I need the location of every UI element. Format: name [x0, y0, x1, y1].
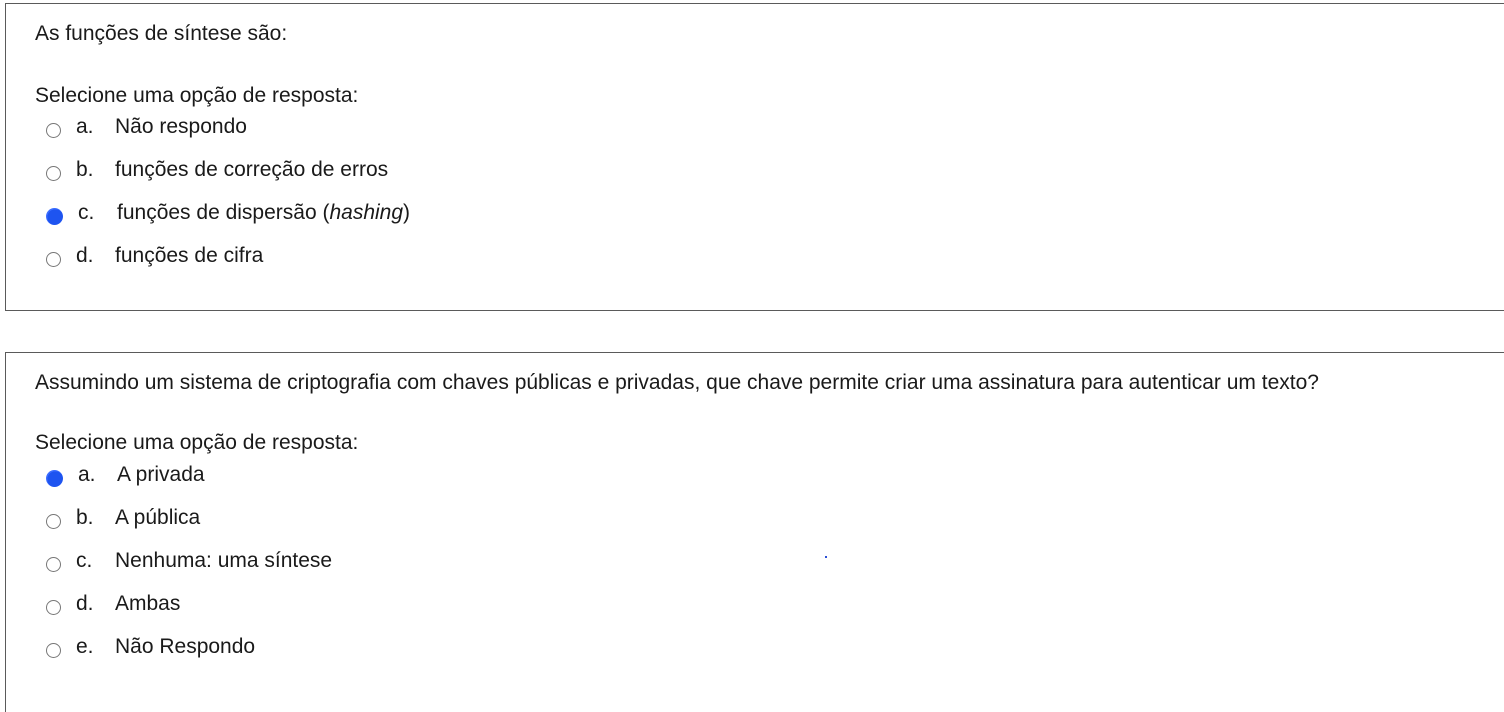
option-c[interactable]: c. Nenhuma: uma síntese	[46, 546, 332, 576]
cursor-dot	[825, 556, 827, 558]
option-letter: b.	[76, 506, 94, 529]
radio-button[interactable]	[46, 165, 61, 181]
option-label: A privada	[117, 463, 205, 486]
option-letter: b.	[76, 158, 94, 181]
question-text: Assumindo um sistema de criptografia com…	[35, 371, 1319, 394]
radio-button[interactable]	[46, 599, 61, 615]
option-label-italic: hashing	[329, 201, 404, 224]
option-letter: a.	[78, 463, 96, 486]
option-letter: c.	[78, 201, 95, 224]
option-b[interactable]: b. A pública	[46, 503, 200, 533]
radio-button[interactable]	[46, 251, 61, 267]
option-label: funções de cifra	[115, 244, 264, 267]
option-label: Nenhuma: uma síntese	[115, 549, 333, 572]
option-e[interactable]: e. Não Respondo	[46, 632, 255, 662]
option-label: A pública	[115, 506, 201, 529]
radio-button[interactable]	[46, 513, 61, 529]
answer-prompt: Selecione uma opção de resposta:	[35, 84, 359, 107]
radio-button-selected[interactable]	[46, 469, 63, 487]
option-label-suffix: )	[403, 201, 411, 224]
question-text: As funções de síntese são:	[35, 22, 288, 45]
option-c[interactable]: c. funções de dispersão (hashing)	[46, 198, 410, 228]
option-label-prefix: funções de dispersão (	[117, 201, 330, 224]
option-label: funções de dispersão (hashing)	[117, 201, 410, 225]
option-label: Ambas	[115, 592, 181, 615]
question-card-1: As funções de síntese são: Selecione uma…	[5, 3, 1504, 311]
answer-prompt: Selecione uma opção de resposta:	[35, 431, 359, 454]
option-letter: e.	[76, 635, 94, 658]
question-card-2: Assumindo um sistema de criptografia com…	[5, 352, 1504, 712]
option-label: Não respondo	[115, 115, 247, 138]
option-b[interactable]: b. funções de correção de erros	[46, 155, 388, 185]
option-a[interactable]: a. Não respondo	[46, 112, 247, 142]
option-letter: d.	[76, 244, 94, 267]
option-label: Não Respondo	[115, 635, 256, 658]
option-letter: d.	[76, 592, 94, 615]
option-letter: a.	[76, 115, 94, 138]
option-label: funções de correção de erros	[115, 158, 389, 181]
option-letter: c.	[76, 549, 93, 572]
option-a[interactable]: a. A privada	[46, 460, 205, 490]
radio-button[interactable]	[46, 556, 61, 572]
radio-button[interactable]	[46, 122, 61, 138]
option-d[interactable]: d. Ambas	[46, 589, 180, 619]
option-d[interactable]: d. funções de cifra	[46, 241, 263, 271]
radio-button[interactable]	[46, 642, 61, 658]
radio-button-selected[interactable]	[46, 207, 63, 225]
